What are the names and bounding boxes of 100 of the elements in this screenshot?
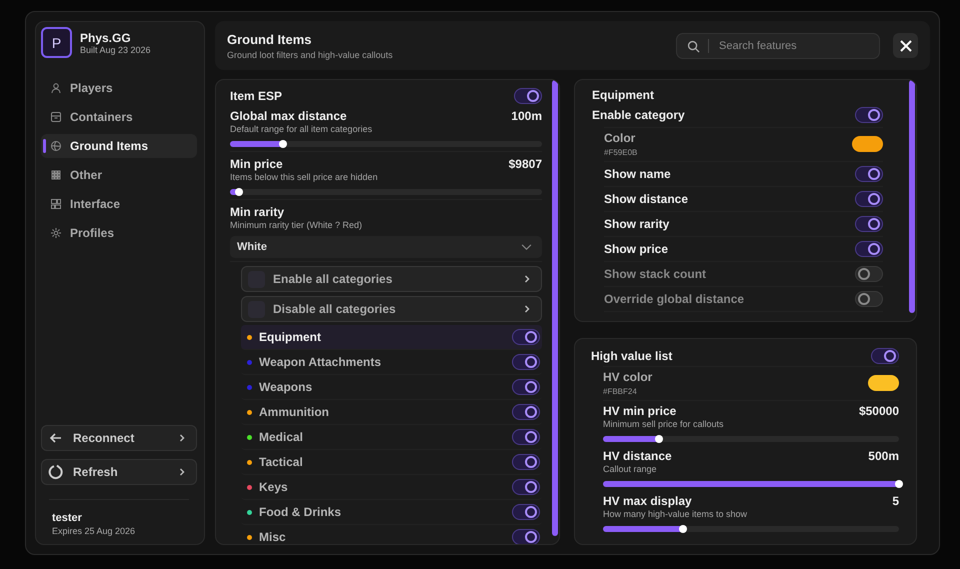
setting-label: HV max display — [603, 494, 692, 508]
setting-label: Global max distance — [230, 109, 347, 123]
setting-label: Show name — [604, 167, 671, 181]
setting-label: Enable category — [592, 108, 685, 122]
slider[interactable] — [230, 140, 542, 148]
category-row[interactable]: Weapons — [241, 375, 542, 400]
close-icon — [900, 40, 912, 52]
category-row[interactable]: Tactical — [241, 450, 542, 475]
app-name: Phys.GG — [80, 30, 132, 44]
category-row[interactable]: Misc — [241, 525, 542, 544]
setting-label: HV min price — [603, 404, 676, 418]
slider-thumb[interactable] — [655, 435, 664, 443]
toggle-switch[interactable] — [855, 266, 883, 282]
category-name: Weapons — [259, 380, 314, 394]
color-hex: #FBBF24 — [603, 387, 638, 396]
setting-label: Color — [604, 131, 636, 145]
toggle-switch[interactable] — [855, 216, 883, 232]
setting-value: $50000 — [858, 404, 899, 418]
category-name: Ammunition — [259, 405, 330, 419]
category-row[interactable]: Equipment — [241, 325, 542, 350]
category-row[interactable]: Keys — [241, 475, 542, 500]
color-swatch[interactable] — [868, 375, 899, 391]
setting-description: How many high-value items to show — [603, 509, 748, 519]
toggle-switch[interactable] — [512, 354, 540, 370]
chevron-right-icon — [178, 434, 186, 442]
panel-title: Equipment — [592, 88, 655, 102]
toggle-switch[interactable] — [855, 166, 883, 182]
nav-item[interactable]: Players — [41, 76, 197, 100]
toggle-switch[interactable] — [855, 241, 883, 257]
chevron-right-icon — [178, 468, 186, 476]
nav-item[interactable]: Ground Items — [41, 134, 197, 158]
toggle-switch[interactable] — [512, 529, 540, 544]
search-field[interactable]: Search features — [676, 32, 880, 58]
toggle-switch[interactable] — [871, 348, 899, 364]
toggle-switch[interactable] — [514, 88, 542, 104]
toggle-switch[interactable] — [855, 107, 883, 123]
category-name: Food & Drinks — [259, 505, 342, 519]
close-button[interactable] — [893, 33, 918, 58]
setting-label: Show stack count — [604, 267, 706, 281]
refresh-button[interactable]: Refresh — [41, 459, 197, 485]
slider-thumb[interactable] — [895, 480, 903, 488]
page-title: Ground Items — [227, 32, 313, 46]
category-name: Equipment — [259, 330, 322, 344]
username: tester — [51, 512, 83, 524]
slider[interactable] — [230, 188, 542, 196]
setting-value: 500m — [868, 449, 899, 463]
toggle-switch[interactable] — [512, 479, 540, 495]
nav-item[interactable]: Profiles — [41, 221, 197, 245]
category-row[interactable]: Food & Drinks — [241, 500, 542, 525]
setting-label: Show distance — [604, 192, 688, 206]
slider[interactable] — [603, 435, 899, 443]
nav-item[interactable]: Interface — [41, 192, 197, 216]
toggle-switch[interactable] — [855, 291, 883, 307]
toggle-switch[interactable] — [512, 429, 540, 445]
globe-icon — [50, 140, 62, 152]
toggle-switch[interactable] — [512, 329, 540, 345]
toggle-switch[interactable] — [512, 404, 540, 420]
search-icon — [687, 40, 700, 52]
slider-thumb[interactable] — [235, 188, 244, 196]
slider[interactable] — [603, 525, 899, 533]
grid-icon — [50, 169, 62, 181]
category-name: Weapon Attachments — [259, 355, 382, 369]
category-row[interactable]: Medical — [241, 425, 542, 450]
setting-label: Min price — [230, 157, 283, 171]
setting-label: Show rarity — [604, 217, 670, 231]
slider-thumb[interactable] — [678, 525, 687, 533]
toggle-switch[interactable] — [855, 191, 883, 207]
setting-description: Callout range — [603, 464, 658, 474]
page-subtitle: Ground loot filters and high-value callouts — [227, 50, 394, 60]
box-icon — [50, 111, 62, 123]
category-name: Tactical — [259, 455, 304, 469]
chevron-down-icon — [521, 244, 532, 250]
setting-value: 5 — [892, 494, 899, 508]
arrow-left-icon — [49, 431, 63, 445]
nav-item[interactable]: Containers — [41, 105, 197, 129]
rarity-dropdown[interactable]: White — [230, 236, 542, 258]
toggle-switch[interactable] — [512, 504, 540, 520]
setting-description: Items below this sell price are hidden — [230, 172, 379, 182]
category-name: Medical — [259, 430, 304, 444]
refresh-icon — [48, 464, 64, 480]
category-action-button[interactable]: Disable all categories — [241, 296, 542, 322]
expiry-date: Expires 25 Aug 2026 — [51, 526, 136, 536]
build-date: Built Aug 23 2026 — [80, 44, 151, 54]
category-row[interactable]: Ammunition — [241, 400, 542, 425]
chevron-right-icon — [523, 305, 531, 313]
setting-value: 100m — [511, 109, 542, 123]
category-name: Keys — [259, 480, 289, 494]
setting-label: Item ESP — [230, 89, 282, 103]
logo: P — [41, 27, 72, 58]
slider-thumb[interactable] — [279, 140, 288, 148]
nav-item[interactable]: Other — [41, 163, 197, 187]
color-hex: #F59E0B — [604, 148, 638, 157]
gear-icon — [50, 227, 62, 239]
color-swatch[interactable] — [852, 136, 883, 152]
toggle-switch[interactable] — [512, 454, 540, 470]
setting-description: Default range for all item categories — [230, 124, 374, 134]
category-action-button[interactable]: Enable all categories — [241, 266, 542, 292]
reconnect-button[interactable]: Reconnect — [41, 425, 197, 451]
category-row[interactable]: Weapon Attachments — [241, 350, 542, 375]
toggle-switch[interactable] — [512, 379, 540, 395]
